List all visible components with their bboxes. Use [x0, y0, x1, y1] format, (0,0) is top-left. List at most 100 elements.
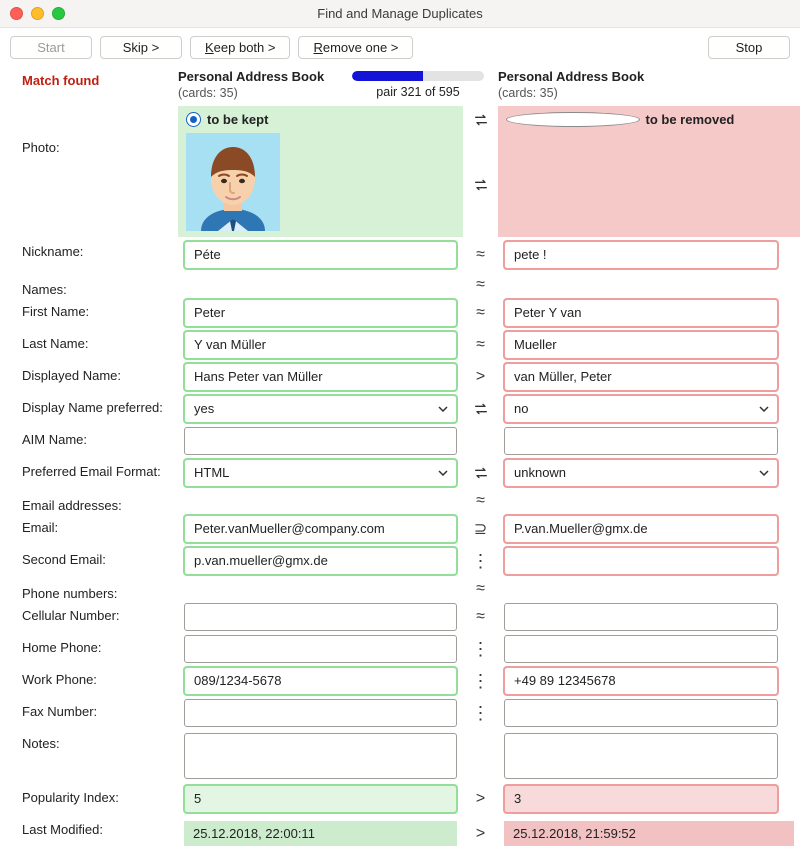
remove-radio[interactable] — [506, 112, 640, 127]
left-notes-input[interactable] — [184, 733, 457, 779]
compare-pop-icon: > — [463, 783, 498, 815]
start-button[interactable]: Start — [10, 36, 92, 59]
compare-cell-icon[interactable]: ≈ — [463, 601, 498, 633]
left-first-input[interactable]: Peter — [184, 299, 457, 327]
label-cell: Cellular Number: — [0, 601, 178, 633]
label-work: Work Phone: — [0, 665, 178, 697]
stop-button[interactable]: Stop — [708, 36, 790, 59]
left-last-input[interactable]: Y van Müller — [184, 331, 457, 359]
label-phones: Phone numbers: — [0, 577, 178, 601]
right-email-input[interactable]: P.van.Mueller@gmx.de — [504, 515, 778, 543]
compare-first-icon[interactable]: ≈ — [463, 297, 498, 329]
keep-radio-label: to be kept — [207, 112, 268, 127]
label-email-fmt: Preferred Email Format: — [0, 457, 178, 489]
compare-nickname-icon[interactable]: ≈ — [463, 237, 498, 273]
swap-photo-icon[interactable] — [463, 133, 498, 237]
compare-fax-icon[interactable]: ⋮ — [463, 697, 498, 729]
label-displayed: Displayed Name: — [0, 361, 178, 393]
right-notes-input[interactable] — [504, 733, 778, 779]
right-email2-input[interactable] — [504, 547, 778, 575]
label-names: Names: — [0, 273, 178, 297]
start-label: Start — [37, 40, 64, 55]
right-email-fmt-select[interactable]: unknown — [504, 459, 778, 487]
right-book-title: Personal Address Book — [498, 67, 800, 84]
label-last: Last Name: — [0, 329, 178, 361]
right-aim-input[interactable] — [504, 427, 778, 455]
left-email-fmt-value: HTML — [194, 465, 229, 480]
left-home-input[interactable] — [184, 635, 457, 663]
right-last-input[interactable]: Mueller — [504, 331, 778, 359]
compare-work-icon[interactable]: ⋮ — [463, 665, 498, 697]
right-work-input[interactable]: +49 89 12345678 — [504, 667, 778, 695]
left-email-fmt-select[interactable]: HTML — [184, 459, 457, 487]
label-first: First Name: — [0, 297, 178, 329]
compare-displayed-icon[interactable]: > — [463, 361, 498, 393]
right-pop-value: 3 — [504, 785, 778, 813]
progress-bar — [352, 71, 484, 81]
remove-label-rest: emove one > — [323, 40, 399, 55]
left-aim-input[interactable] — [184, 427, 457, 455]
label-lastmod: Last Modified: — [0, 815, 178, 852]
label-pop: Popularity Index: — [0, 783, 178, 815]
compare-home-icon[interactable]: ⋮ — [463, 633, 498, 665]
right-disp-pref-select[interactable]: no — [504, 395, 778, 423]
compare-email2-icon[interactable]: ⋮ — [463, 545, 498, 577]
remove-one-button[interactable]: Remove one > — [298, 36, 413, 59]
skip-button[interactable]: Skip > — [100, 36, 182, 59]
right-nickname-input[interactable]: pete ! — [504, 241, 778, 269]
keep-both-button[interactable]: Keep both > — [190, 36, 290, 59]
compare-email-icon[interactable]: ⊇ — [463, 513, 498, 545]
right-displayed-input[interactable]: van Müller, Peter — [504, 363, 778, 391]
right-first-input[interactable]: Peter Y van — [504, 299, 778, 327]
compare-names-icon: ≈ — [463, 273, 498, 297]
chevron-down-icon — [438, 470, 448, 476]
compare-last-icon[interactable]: ≈ — [463, 329, 498, 361]
left-lastmod-value: 25.12.2018, 22:00:11 — [184, 821, 457, 846]
left-photo — [186, 133, 280, 231]
window-maximize-button[interactable] — [52, 7, 65, 20]
label-aim: AIM Name: — [0, 425, 178, 457]
label-emails: Email addresses: — [0, 489, 178, 513]
left-disp-pref-select[interactable]: yes — [184, 395, 457, 423]
label-home: Home Phone: — [0, 633, 178, 665]
right-photo — [498, 133, 800, 237]
label-nickname: Nickname: — [0, 237, 178, 273]
swap-choice-icon[interactable] — [463, 106, 498, 133]
left-email-input[interactable]: Peter.vanMueller@company.com — [184, 515, 457, 543]
right-disp-pref-value: no — [514, 401, 528, 416]
chevron-down-icon — [438, 406, 448, 412]
pair-counter: pair 321 of 595 — [342, 85, 494, 99]
label-email: Email: — [0, 513, 178, 545]
right-cell-input[interactable] — [504, 603, 778, 631]
chevron-down-icon — [759, 406, 769, 412]
left-nickname-input[interactable]: Péte — [184, 241, 457, 269]
keep-radio[interactable] — [186, 112, 201, 127]
keep-mnemonic: K — [205, 40, 214, 55]
left-disp-pref-value: yes — [194, 401, 214, 416]
match-found-label: Match found — [0, 67, 178, 100]
label-disp-pref: Display Name preferred: — [0, 393, 178, 425]
window-close-button[interactable] — [10, 7, 23, 20]
label-email2: Second Email: — [0, 545, 178, 577]
left-displayed-input[interactable]: Hans Peter van Müller — [184, 363, 457, 391]
left-work-input[interactable]: 089/1234-5678 — [184, 667, 457, 695]
left-cell-input[interactable] — [184, 603, 457, 631]
label-fax: Fax Number: — [0, 697, 178, 729]
right-home-input[interactable] — [504, 635, 778, 663]
left-email2-input[interactable]: p.van.mueller@gmx.de — [184, 547, 457, 575]
swap-email-fmt-icon[interactable] — [463, 457, 498, 489]
swap-disp-pref-icon[interactable] — [463, 393, 498, 425]
compare-emails-icon: ≈ — [463, 489, 498, 513]
remove-mnemonic: R — [313, 40, 322, 55]
window-minimize-button[interactable] — [31, 7, 44, 20]
right-fax-input[interactable] — [504, 699, 778, 727]
compare-phones-icon: ≈ — [463, 577, 498, 601]
remove-radio-label: to be removed — [646, 112, 778, 127]
right-book-cards: (cards: 35) — [498, 84, 800, 100]
keep-label-rest: eep both > — [214, 40, 276, 55]
right-lastmod-value: 25.12.2018, 21:59:52 — [504, 821, 794, 846]
left-pop-value: 5 — [184, 785, 457, 813]
left-fax-input[interactable] — [184, 699, 457, 727]
right-email-fmt-value: unknown — [514, 465, 566, 480]
stop-label: Stop — [736, 40, 763, 55]
